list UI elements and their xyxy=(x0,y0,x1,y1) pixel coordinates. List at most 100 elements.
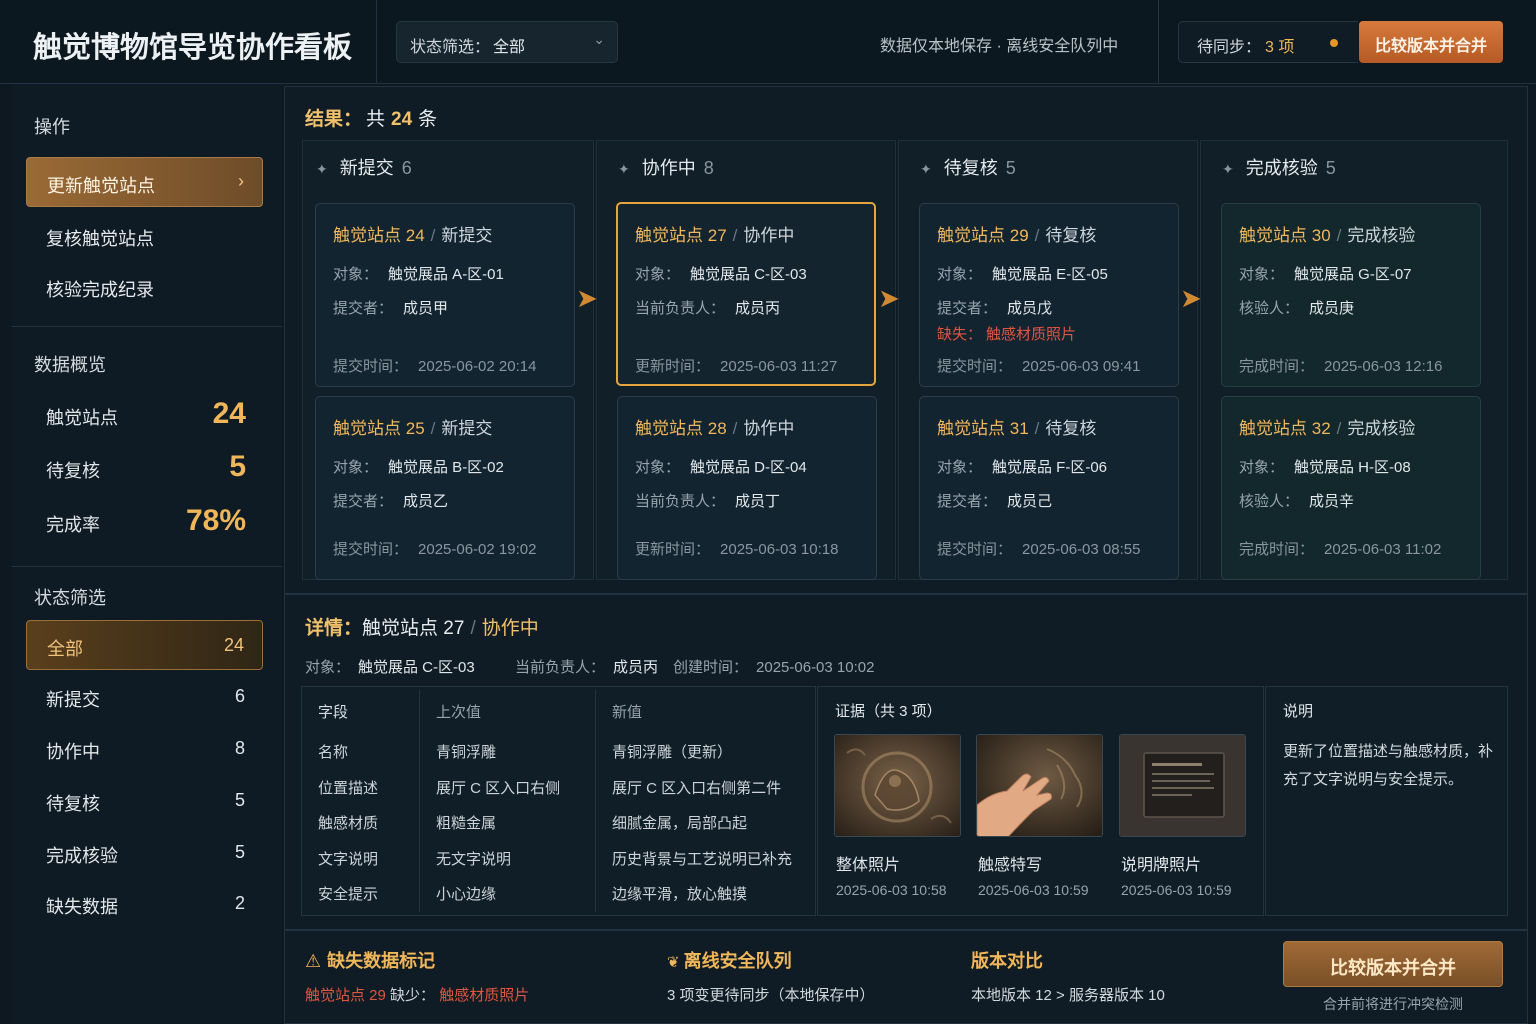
note-text: 更新了位置描述与触感材质，补充了文字说明与安全提示。 xyxy=(1283,743,1494,788)
overview-title: 数据概览 xyxy=(34,355,106,375)
card-time: 提交时间： 2025-06-02 20:14 xyxy=(333,358,537,375)
filter-label: 缺失数据 xyxy=(46,897,118,917)
chevron-down-icon: ⌄ xyxy=(593,31,605,47)
table-cell: 名称 xyxy=(318,744,349,761)
card-missing: 缺失： 触感材质照片 xyxy=(937,326,1077,343)
site-card[interactable]: 触觉站点 31/待复核 对象： 触觉展品 F-区-06 提交者： 成员己 提交时间：… xyxy=(919,396,1179,580)
verify-record-button[interactable]: 核验完成纪录 xyxy=(26,262,263,312)
card-title: 触觉站点 28/协作中 xyxy=(635,419,795,438)
compare-merge-button[interactable]: 比较版本并合并 xyxy=(1359,21,1503,63)
version-compare-text: 本地版本 12 > 服务器版本 10 xyxy=(971,987,1165,1004)
stat-value: 78% xyxy=(185,504,246,537)
filter-label: 新提交 xyxy=(46,690,100,710)
status-filter-value: 全部 xyxy=(493,39,526,56)
card-row: 提交者： 成员戊 xyxy=(937,300,1053,317)
missing-flag-title: ⚠ 缺失数据标记 xyxy=(305,951,436,971)
divider xyxy=(12,566,282,567)
card-row: 核验人： 成员庚 xyxy=(1239,300,1355,317)
pending-sync-label: 待同步： 3 项 xyxy=(1197,39,1295,56)
filter-title: 状态筛选 xyxy=(34,588,106,608)
shield-icon: ❦ xyxy=(667,954,680,971)
column-header: ✦ 协作中 8 xyxy=(618,158,714,178)
card-row: 对象： 触觉展品 F-区-06 xyxy=(937,459,1108,476)
site-card[interactable]: 触觉站点 32/完成核验 对象： 触觉展品 H-区-08 核验人： 成员辛 完成时间… xyxy=(1221,396,1481,580)
site-card[interactable]: 触觉站点 25/新提交 对象： 触觉展品 B-区-02 提交者： 成员乙 提交时间：… xyxy=(315,396,575,580)
card-time: 提交时间： 2025-06-03 09:41 xyxy=(937,358,1141,375)
update-site-button[interactable]: 更新触觉站点 › xyxy=(26,157,263,207)
site-card[interactable]: 触觉站点 28/协作中 对象： 触觉展品 D-区-04 当前负责人： 成员丁 更新时… xyxy=(617,396,877,580)
filter-in-progress[interactable]: 协作中 8 xyxy=(26,724,263,774)
review-site-button[interactable]: 复核触觉站点 xyxy=(26,211,263,261)
drag-handle-icon: ✦ xyxy=(618,161,630,177)
evidence-time: 2025-06-03 10:59 xyxy=(1121,882,1232,898)
evidence-time: 2025-06-03 10:58 xyxy=(836,882,947,898)
merge-button[interactable]: 比较版本并合并 xyxy=(1283,941,1503,987)
filter-missing[interactable]: 缺失数据 2 xyxy=(26,879,263,929)
results-title: 结果：共 24 条 xyxy=(305,109,438,130)
filter-label: 协作中 xyxy=(46,742,100,762)
site-card-selected[interactable]: 触觉站点 27/协作中 对象： 触觉展品 C-区-03 当前负责人： 成员丙 更新时… xyxy=(616,202,876,386)
table-cell: 展厅 C 区入口右侧第二件 xyxy=(612,780,782,797)
card-row: 核验人： 成员辛 xyxy=(1239,493,1355,510)
card-title: 触觉站点 32/完成核验 xyxy=(1239,419,1416,438)
filter-verified[interactable]: 完成核验 5 xyxy=(26,828,263,878)
table-cell: 边缘平滑，放心触摸 xyxy=(612,886,748,903)
card-time: 提交时间： 2025-06-03 08:55 xyxy=(937,541,1141,558)
divider xyxy=(376,0,377,84)
evidence-photo-closeup[interactable] xyxy=(976,734,1103,837)
app-title: 触觉博物馆导览协作看板 xyxy=(33,32,353,64)
card-row: 提交者： 成员甲 xyxy=(333,300,449,317)
card-row: 对象： 触觉展品 A-区-01 xyxy=(333,266,504,283)
stat-label: 待复核 xyxy=(46,461,100,481)
stat-value: 24 xyxy=(212,397,246,430)
card-title: 触觉站点 25/新提交 xyxy=(333,419,493,438)
table-header: 新值 xyxy=(612,704,643,721)
arrow-right-icon: ➤ xyxy=(1180,283,1202,313)
evidence-title: 证据（共 3 项） xyxy=(835,703,942,720)
card-row: 对象： 触觉展品 B-区-02 xyxy=(333,459,504,476)
card-row: 当前负责人： 成员丁 xyxy=(635,493,781,510)
filter-count: 6 xyxy=(234,686,245,706)
table-cell: 粗糙金属 xyxy=(436,815,497,832)
card-time: 提交时间： 2025-06-02 19:02 xyxy=(333,541,537,558)
version-compare-title: 版本对比 xyxy=(971,951,1043,971)
drag-handle-icon: ✦ xyxy=(920,161,932,177)
filter-label: 完成核验 xyxy=(46,846,118,866)
filter-review[interactable]: 待复核 5 xyxy=(26,776,263,826)
change-table xyxy=(301,686,816,916)
card-title: 触觉站点 24/新提交 xyxy=(333,226,493,245)
column-header: ✦ 完成核验 5 xyxy=(1222,158,1336,178)
merge-note: 合并前将进行冲突检测 xyxy=(1323,996,1463,1012)
evidence-photo-plaque[interactable] xyxy=(1119,734,1246,837)
stat-label: 触觉站点 xyxy=(46,408,118,428)
table-cell: 展厅 C 区入口右侧 xyxy=(436,780,561,797)
filter-count: 2 xyxy=(234,893,245,913)
table-cell: 无文字说明 xyxy=(436,851,512,868)
filter-label: 待复核 xyxy=(46,794,100,814)
site-card[interactable]: 触觉站点 24/新提交 对象： 触觉展品 A-区-01 提交者： 成员甲 提交时间：… xyxy=(315,203,575,387)
table-cell: 青铜浮雕（更新） xyxy=(612,744,733,761)
site-card[interactable]: 触觉站点 29/待复核 对象： 触觉展品 E-区-05 提交者： 成员戊 缺失： 触感… xyxy=(919,203,1179,387)
offline-queue-text: 3 项变更待同步（本地保存中） xyxy=(667,987,875,1004)
stat-value: 5 xyxy=(229,450,246,483)
card-row: 对象： 触觉展品 C-区-03 xyxy=(635,266,807,283)
evidence-name: 说明牌照片 xyxy=(1121,857,1202,874)
evidence-time: 2025-06-03 10:59 xyxy=(978,882,1089,898)
divider xyxy=(12,326,282,327)
warning-icon: ⚠ xyxy=(305,951,322,971)
filter-all[interactable]: 全部 24 xyxy=(26,620,263,670)
evidence-photo-overall[interactable] xyxy=(834,734,961,837)
table-header: 上次值 xyxy=(436,704,482,721)
storage-notice: 数据仅本地保存 · 离线安全队列中 xyxy=(880,38,1119,55)
arrow-right-icon: ➤ xyxy=(878,283,900,313)
card-title: 触觉站点 27/协作中 xyxy=(635,226,795,245)
card-row: 当前负责人： 成员丙 xyxy=(635,300,781,317)
table-cell: 青铜浮雕 xyxy=(436,744,497,761)
evidence-name: 整体照片 xyxy=(836,857,901,874)
drag-handle-icon: ✦ xyxy=(1222,161,1234,177)
filter-new[interactable]: 新提交 6 xyxy=(26,672,263,722)
site-card[interactable]: 触觉站点 30/完成核验 对象： 触觉展品 G-区-07 核验人： 成员庚 完成时间… xyxy=(1221,203,1481,387)
table-cell: 触感材质 xyxy=(318,815,379,832)
status-filter-select[interactable]: 状态筛选： 全部 ⌄ xyxy=(396,21,618,63)
card-row: 对象： 触觉展品 H-区-08 xyxy=(1239,459,1411,476)
